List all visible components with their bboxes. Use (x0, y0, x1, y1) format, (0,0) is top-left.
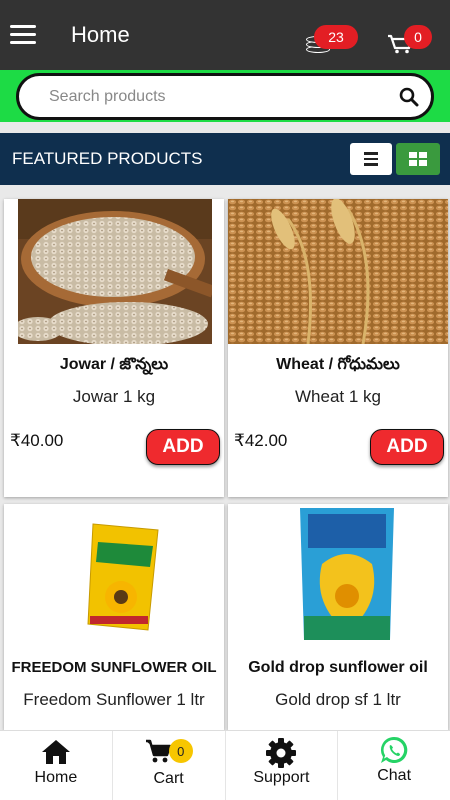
nav-chat-label: Chat (377, 767, 412, 784)
product-description: Wheat 1 kg (295, 387, 381, 406)
product-card[interactable]: FREEDOM SUNFLOWER OIL Freedom Sunflower … (4, 504, 224, 730)
search-input[interactable] (49, 86, 379, 108)
nav-chat[interactable]: Chat (338, 731, 450, 800)
product-name: Wheat / గోధుమలు (276, 356, 400, 373)
whatsapp-icon (381, 736, 408, 763)
product-price: ₹40.00 (10, 431, 64, 450)
list-view-toggle[interactable] (350, 143, 392, 175)
product-description: Freedom Sunflower 1 ltr (23, 690, 205, 709)
cart-count-badge: 0 (168, 739, 193, 763)
grid-icon (409, 152, 417, 158)
nav-support-label: Support (253, 769, 310, 786)
menu-icon[interactable] (10, 25, 36, 45)
product-description: Jowar 1 kg (72, 387, 156, 406)
product-name: Jowar / జొన్నలు (59, 356, 169, 373)
product-name: Gold drop sunflower oil (248, 659, 428, 676)
add-to-cart-button[interactable]: ADD (146, 429, 220, 465)
wallet-count-badge[interactable]: 23 (314, 25, 358, 49)
bottom-navigation: Home 0 Cart Support Chat (0, 730, 450, 800)
product-card[interactable]: Gold drop sunflower oil Gold drop sf 1 l… (228, 504, 448, 730)
nav-home[interactable]: Home (0, 731, 113, 800)
product-card[interactable]: Wheat / గోధుమలు Wheat 1 kg ₹42.00 ADD (228, 199, 448, 497)
nav-cart[interactable]: 0 Cart (113, 731, 226, 800)
product-image-gold-drop-oil (242, 504, 436, 644)
home-icon (41, 740, 70, 764)
page-title: Home (71, 22, 130, 47)
product-image-wheat (228, 199, 448, 344)
product-image-jowar (18, 199, 212, 344)
add-to-cart-button[interactable]: ADD (370, 429, 444, 465)
search-icon[interactable] (399, 87, 419, 107)
search-bar[interactable] (16, 73, 434, 120)
product-card[interactable]: Jowar / జొన్నలు Jowar 1 kg ₹40.00 ADD (4, 199, 224, 497)
product-description: Gold drop sf 1 ltr (275, 690, 401, 709)
app-bar: Home 23 0 (0, 0, 450, 70)
featured-products-header: FEATURED PRODUCTS (0, 133, 450, 185)
gear-icon (266, 738, 297, 768)
list-icon (364, 152, 378, 155)
nav-home-label: Home (34, 769, 78, 786)
grid-view-toggle[interactable] (396, 143, 440, 175)
nav-support[interactable]: Support (226, 731, 339, 800)
shopping-cart-icon (145, 739, 171, 763)
section-title: FEATURED PRODUCTS (12, 149, 203, 168)
nav-cart-label: Cart (153, 770, 184, 787)
product-price: ₹42.00 (234, 431, 288, 450)
product-name: FREEDOM SUNFLOWER OIL (11, 659, 217, 676)
cart-count-badge[interactable]: 0 (404, 25, 432, 49)
product-image-freedom-oil (18, 512, 212, 657)
